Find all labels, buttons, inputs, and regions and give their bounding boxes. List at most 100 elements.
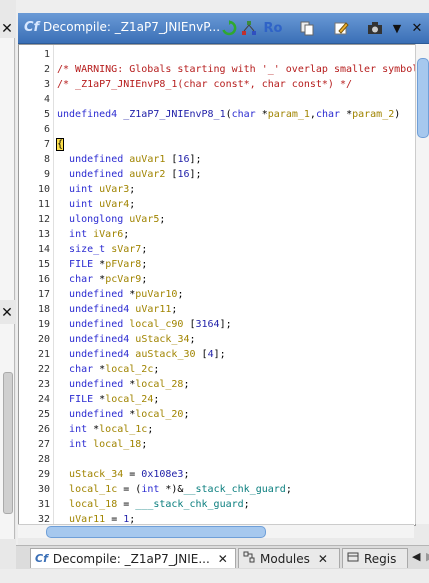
code-token[interactable]: ___stack_chk_guard [135, 499, 243, 510]
left-panel-close-bottom[interactable]: ✕ [0, 304, 14, 322]
code-token[interactable]: __stack_chk_guard [183, 484, 285, 495]
horizontal-scrollbar[interactable] [18, 524, 414, 538]
code-token[interactable]: undefined [69, 379, 123, 390]
code-token[interactable]: [ [183, 319, 195, 330]
code-token[interactable]: size_t [69, 244, 105, 255]
code-token[interactable] [57, 274, 69, 285]
code-token[interactable] [57, 424, 69, 435]
refresh-icon[interactable] [220, 19, 238, 37]
code-token[interactable]: 16 [177, 169, 189, 180]
code-text[interactable]: int local_18; [57, 437, 147, 452]
code-line[interactable]: 10 uint uVar3; [19, 182, 415, 197]
code-token[interactable] [57, 154, 69, 165]
code-token[interactable]: uVar11 [135, 304, 171, 315]
code-text[interactable]: int *local_1c; [57, 422, 153, 437]
code-token[interactable]: sVar7 [111, 244, 141, 255]
code-token[interactable]: char [69, 274, 93, 285]
code-token[interactable]: ; [183, 469, 189, 480]
code-line[interactable]: 13 int iVar6; [19, 227, 415, 242]
code-token[interactable] [57, 439, 69, 450]
code-text[interactable]: undefined4 auStack_30 [4]; [57, 347, 226, 362]
copy-icon[interactable] [298, 19, 316, 37]
code-token[interactable]: uint [69, 199, 93, 210]
code-text[interactable]: undefined4 uVar11; [57, 302, 177, 317]
code-token[interactable] [57, 409, 69, 420]
code-token[interactable] [57, 469, 69, 480]
code-token[interactable]: local_24 [105, 394, 153, 405]
code-token[interactable]: * [93, 274, 105, 285]
code-token[interactable]: ; [141, 274, 147, 285]
code-token[interactable] [57, 319, 69, 330]
code-text[interactable]: FILE *local_24; [57, 392, 159, 407]
code-text[interactable]: undefined *puVar10; [57, 287, 183, 302]
code-token[interactable]: local_1c [99, 424, 147, 435]
decompile-titlebar[interactable]: Cf Decompile: _Z1aP7_JNIEnvP... Ro ▼ ✕ [18, 13, 429, 44]
code-token[interactable] [57, 199, 69, 210]
code-token[interactable]: ; [141, 259, 147, 270]
code-token[interactable] [57, 484, 69, 495]
code-token[interactable]: ; [159, 214, 165, 225]
code-token[interactable]: uVar5 [129, 214, 159, 225]
code-text[interactable]: undefined4 uStack_34; [57, 332, 195, 347]
code-token[interactable] [57, 289, 69, 300]
code-token[interactable]: ; [123, 229, 129, 240]
code-line[interactable]: 18 undefined4 uVar11; [19, 302, 415, 317]
code-line[interactable]: 21 undefined4 auStack_30 [4]; [19, 347, 415, 362]
code-token[interactable] [57, 364, 69, 375]
code-token[interactable]: FILE [69, 394, 93, 405]
dropdown-menu-icon[interactable]: ▼ [388, 19, 406, 37]
code-token[interactable]: ; [183, 409, 189, 420]
code-token[interactable]: * [93, 394, 105, 405]
code-token[interactable]: int [69, 229, 87, 240]
code-token[interactable]: undefined4 [69, 349, 129, 360]
code-token[interactable]: pFVar8 [105, 259, 141, 270]
code-text[interactable]: char *pcVar9; [57, 272, 147, 287]
vertical-scroll-thumb[interactable] [417, 58, 429, 138]
code-token[interactable]: [ [165, 169, 177, 180]
code-token[interactable]: { [55, 138, 65, 151]
code-token[interactable]: auStack_30 [135, 349, 195, 360]
code-token[interactable]: ; [129, 199, 135, 210]
tab-close-icon[interactable]: ✕ [318, 552, 328, 566]
code-token[interactable]: local_1c [69, 484, 117, 495]
code-line[interactable]: 31 local_18 = ___stack_chk_guard; [19, 497, 415, 512]
code-token[interactable]: ]; [189, 154, 201, 165]
code-line[interactable]: 20 undefined4 uStack_34; [19, 332, 415, 347]
code-token[interactable]: ]; [220, 319, 232, 330]
code-token[interactable]: [ [165, 154, 177, 165]
code-token[interactable]: local_18 [93, 439, 141, 450]
code-token[interactable]: /* WARNING: Globals starting with '_' ov… [57, 64, 415, 75]
code-text[interactable]: int iVar6; [57, 227, 129, 242]
code-token[interactable]: param_1 [268, 109, 310, 120]
code-token[interactable]: ; [244, 499, 250, 510]
tab-modules[interactable]: Modules ✕ [238, 548, 340, 568]
close-window-icon[interactable]: ✕ [408, 19, 426, 37]
code-text[interactable]: uint uVar4; [57, 197, 135, 212]
code-token[interactable]: * [256, 109, 268, 120]
code-token[interactable] [57, 259, 69, 270]
edit-icon[interactable] [332, 19, 350, 37]
tab-registers[interactable]: Regis [342, 548, 408, 568]
code-token[interactable]: undefined [69, 154, 123, 165]
horizontal-scroll-thumb[interactable] [46, 526, 266, 538]
code-line[interactable]: 6 [19, 122, 415, 137]
code-token[interactable]: uStack_34 [69, 469, 123, 480]
code-token[interactable]: undefined [69, 289, 123, 300]
code-token[interactable]: auVar2 [129, 169, 165, 180]
code-token[interactable]: = ( [117, 484, 141, 495]
code-token[interactable]: uint [69, 184, 93, 195]
code-line[interactable]: 9 undefined auVar2 [16]; [19, 167, 415, 182]
code-token[interactable]: uStack_34 [135, 334, 189, 345]
code-line[interactable]: 30 local_1c = (int *)&__stack_chk_guard; [19, 482, 415, 497]
code-token[interactable]: uVar3 [99, 184, 129, 195]
code-token[interactable]: * [123, 409, 135, 420]
snapshot-icon[interactable] [366, 19, 384, 37]
code-token[interactable]: = [117, 499, 135, 510]
code-text[interactable]: size_t sVar7; [57, 242, 147, 257]
code-token[interactable]: * [87, 424, 99, 435]
code-token[interactable]: param_2 [352, 109, 394, 120]
tab-scroll-left-icon[interactable]: ◀ [412, 550, 420, 563]
code-token[interactable] [57, 169, 69, 180]
code-text[interactable]: { [55, 137, 65, 152]
code-line[interactable]: 1 [19, 47, 415, 62]
